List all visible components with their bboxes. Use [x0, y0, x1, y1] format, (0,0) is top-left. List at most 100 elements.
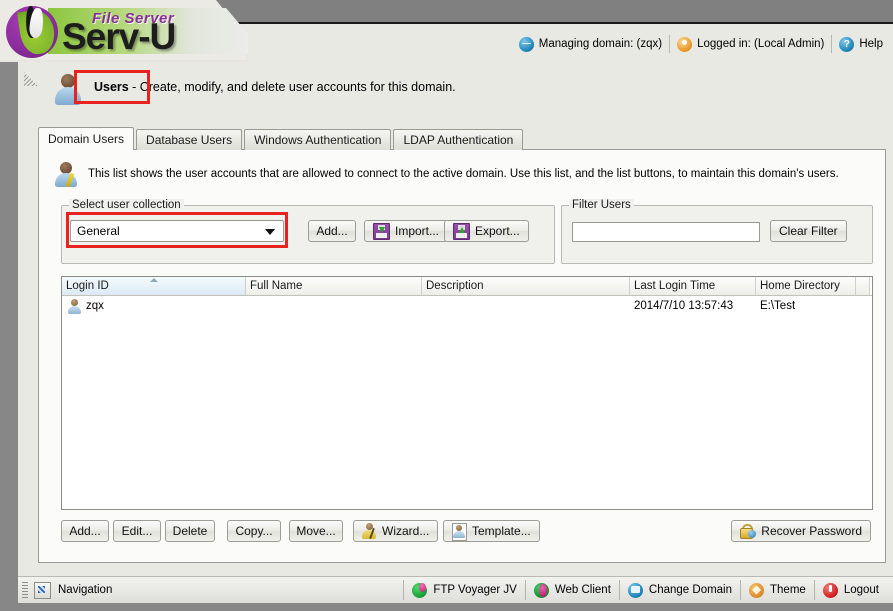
managing-domain-label: Managing domain: (zqx) — [538, 38, 663, 50]
application-window: File Server Serv-U Managing domain: (zqx… — [0, 0, 893, 611]
wizard-icon — [362, 523, 377, 540]
user-icon — [677, 36, 693, 52]
edit-user-label: Edit... — [121, 524, 153, 538]
user-collection-value: General — [77, 224, 120, 238]
users-table-header: Login ID Full Name Description Last Logi… — [62, 277, 872, 296]
edit-user-button[interactable]: Edit... — [113, 520, 161, 542]
user-icon — [68, 298, 81, 314]
brand-title: Serv-U — [62, 16, 176, 57]
import-button[interactable]: Import... — [364, 220, 449, 242]
bottom-border-rail — [0, 603, 893, 611]
export-label: Export... — [475, 224, 520, 238]
sort-ascending-icon — [149, 278, 158, 282]
status-bar: Navigation FTP Voyager JV Web Client Cha… — [18, 576, 893, 603]
logout-button[interactable]: Logout — [815, 580, 887, 600]
clear-filter-label: Clear Filter — [779, 224, 838, 238]
move-user-button[interactable]: Move... — [289, 520, 343, 542]
navigation-button[interactable]: Navigation — [34, 581, 113, 599]
info-text: This list shows the user accounts that a… — [88, 167, 839, 180]
logged-in-label: Logged in: (Local Admin) — [697, 38, 825, 50]
select-user-collection-group: Select user collection General Add... Im… — [61, 199, 555, 264]
help-label: Help — [859, 38, 883, 50]
filter-users-legend: Filter Users — [569, 199, 634, 211]
left-border-rail — [0, 0, 18, 611]
help-icon: ? — [839, 36, 855, 52]
ftp-voyager-icon — [412, 582, 428, 598]
filter-users-input[interactable] — [572, 222, 760, 242]
theme-label: Theme — [770, 584, 806, 596]
add-user-button[interactable]: Add... — [61, 520, 109, 542]
template-icon — [452, 523, 467, 541]
cell-description — [422, 296, 630, 316]
logged-in-link[interactable]: Logged in: (Local Admin) — [670, 35, 833, 53]
status-bar-actions: FTP Voyager JV Web Client Change Domain … — [403, 579, 893, 601]
users-list-button-bar: Add... Edit... Delete Copy... Move... Wi… — [61, 520, 871, 544]
header-links: Managing domain: (zqx) Logged in: (Local… — [512, 34, 885, 54]
add-collection-button[interactable]: Add... — [308, 220, 356, 242]
select-user-collection-legend: Select user collection — [69, 199, 184, 211]
column-header-login-id[interactable]: Login ID — [62, 277, 246, 295]
help-link[interactable]: ? Help — [832, 35, 885, 53]
info-user-edit-icon — [55, 161, 79, 188]
web-client-button[interactable]: Web Client — [526, 580, 620, 600]
recover-password-label: Recover Password — [761, 524, 862, 538]
column-header-description[interactable]: Description — [422, 277, 630, 295]
add-user-label: Add... — [69, 524, 101, 538]
column-header-last-login-time[interactable]: Last Login Time — [630, 277, 756, 295]
column-header-full-name[interactable]: Full Name — [246, 277, 422, 295]
change-domain-button[interactable]: Change Domain — [620, 580, 742, 600]
import-floppy-icon — [373, 222, 390, 240]
copy-user-label: Copy... — [235, 524, 273, 538]
managing-domain-link[interactable]: Managing domain: (zqx) — [512, 35, 671, 53]
column-header-login-id-label: Login ID — [66, 280, 109, 292]
tab-domain-users[interactable]: Domain Users — [38, 127, 135, 150]
domain-users-panel: This list shows the user accounts that a… — [38, 149, 886, 563]
tab-ldap-authentication[interactable]: LDAP Authentication — [393, 129, 524, 150]
delete-user-label: Delete — [172, 524, 208, 538]
cell-last-login-time: 2014/7/10 13:57:43 — [634, 300, 734, 312]
change-domain-label: Change Domain — [648, 584, 733, 596]
table-row[interactable]: zqx 2014/7/10 13:57:43 E:\Test — [62, 296, 872, 316]
web-client-label: Web Client — [554, 584, 611, 596]
globe-icon — [518, 36, 534, 52]
tab-windows-authentication[interactable]: Windows Authentication — [244, 129, 392, 150]
chevron-down-icon — [265, 229, 275, 235]
navigation-label: Navigation — [58, 584, 113, 596]
export-button[interactable]: Export... — [444, 220, 529, 242]
cell-login-id: zqx — [62, 296, 246, 316]
change-domain-icon — [627, 582, 643, 598]
cell-home-directory: E:\Test — [760, 300, 796, 312]
resize-grip-icon — [24, 72, 38, 86]
page-description: - Create, modify, and delete user accoun… — [132, 80, 456, 94]
tab-strip: Domain Users Database Users Windows Auth… — [38, 127, 525, 150]
column-header-home-directory[interactable]: Home Directory — [756, 277, 856, 295]
delete-user-button[interactable]: Delete — [165, 520, 215, 542]
theme-button[interactable]: Theme — [741, 580, 815, 600]
page-title: Users — [94, 80, 129, 94]
wizard-label: Wizard... — [382, 524, 430, 538]
users-page-icon — [54, 74, 82, 108]
logout-label: Logout — [843, 584, 879, 596]
filter-users-group: Filter Users Clear Filter — [561, 199, 873, 264]
user-collection-dropdown[interactable]: General — [70, 220, 284, 242]
copy-user-button[interactable]: Copy... — [227, 520, 281, 542]
wizard-button[interactable]: Wizard... — [353, 520, 439, 542]
info-row: This list shows the user accounts that a… — [55, 160, 871, 188]
column-header-filler — [856, 277, 870, 295]
status-bar-grip-icon — [22, 582, 28, 598]
tab-database-users[interactable]: Database Users — [136, 129, 243, 150]
web-client-icon — [533, 582, 549, 598]
logout-icon — [822, 582, 838, 598]
navigation-icon — [34, 581, 51, 599]
cell-login-id-label: zqx — [86, 300, 104, 312]
template-button[interactable]: Template... — [443, 520, 540, 542]
recover-password-button[interactable]: Recover Password — [731, 520, 871, 542]
users-table[interactable]: Login ID Full Name Description Last Logi… — [61, 276, 873, 510]
clear-filter-button[interactable]: Clear Filter — [770, 220, 847, 242]
servu-logo-icon — [4, 2, 62, 60]
cell-full-name — [246, 296, 422, 316]
lock-icon — [740, 523, 757, 539]
page-title-wrap: Users - Create, modify, and delete user … — [94, 80, 456, 94]
export-floppy-icon — [453, 222, 470, 240]
ftp-voyager-jv-button[interactable]: FTP Voyager JV — [403, 580, 526, 600]
